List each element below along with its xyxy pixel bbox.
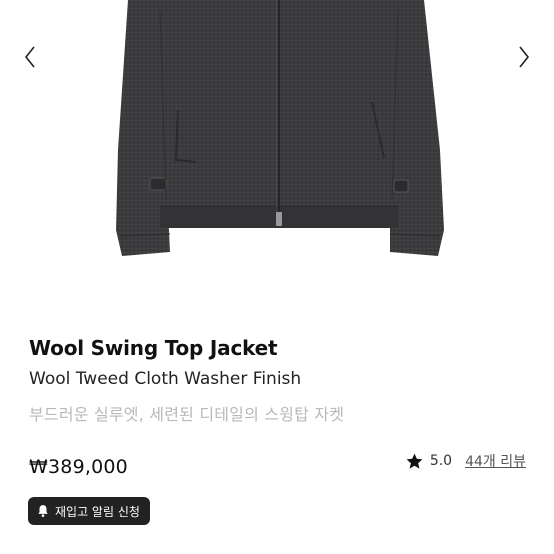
product-gallery[interactable] (0, 0, 554, 300)
restock-button-label: 재입고 알림 신청 (55, 504, 140, 519)
product-rating: 5.0 44개 리뷰 (405, 451, 526, 471)
product-description: 부드러운 실루엣, 세련된 디테일의 스윙탑 자켓 (29, 405, 345, 424)
previous-image-button[interactable] (15, 40, 45, 74)
product-image (116, 0, 444, 256)
product-subtitle: Wool Tweed Cloth Washer Finish (29, 369, 302, 389)
reviews-link[interactable]: 44개 리뷰 (465, 451, 526, 471)
chevron-left-icon (24, 46, 35, 68)
product-price: ₩389,000 (29, 456, 128, 478)
star-icon (406, 453, 423, 469)
product-title: Wool Swing Top Jacket (29, 336, 278, 360)
restock-alert-button[interactable]: 재입고 알림 신청 (28, 497, 150, 525)
bell-icon (38, 505, 48, 517)
chevron-right-icon (519, 46, 530, 68)
next-image-button[interactable] (509, 40, 539, 74)
rating-score: 5.0 (429, 453, 453, 469)
